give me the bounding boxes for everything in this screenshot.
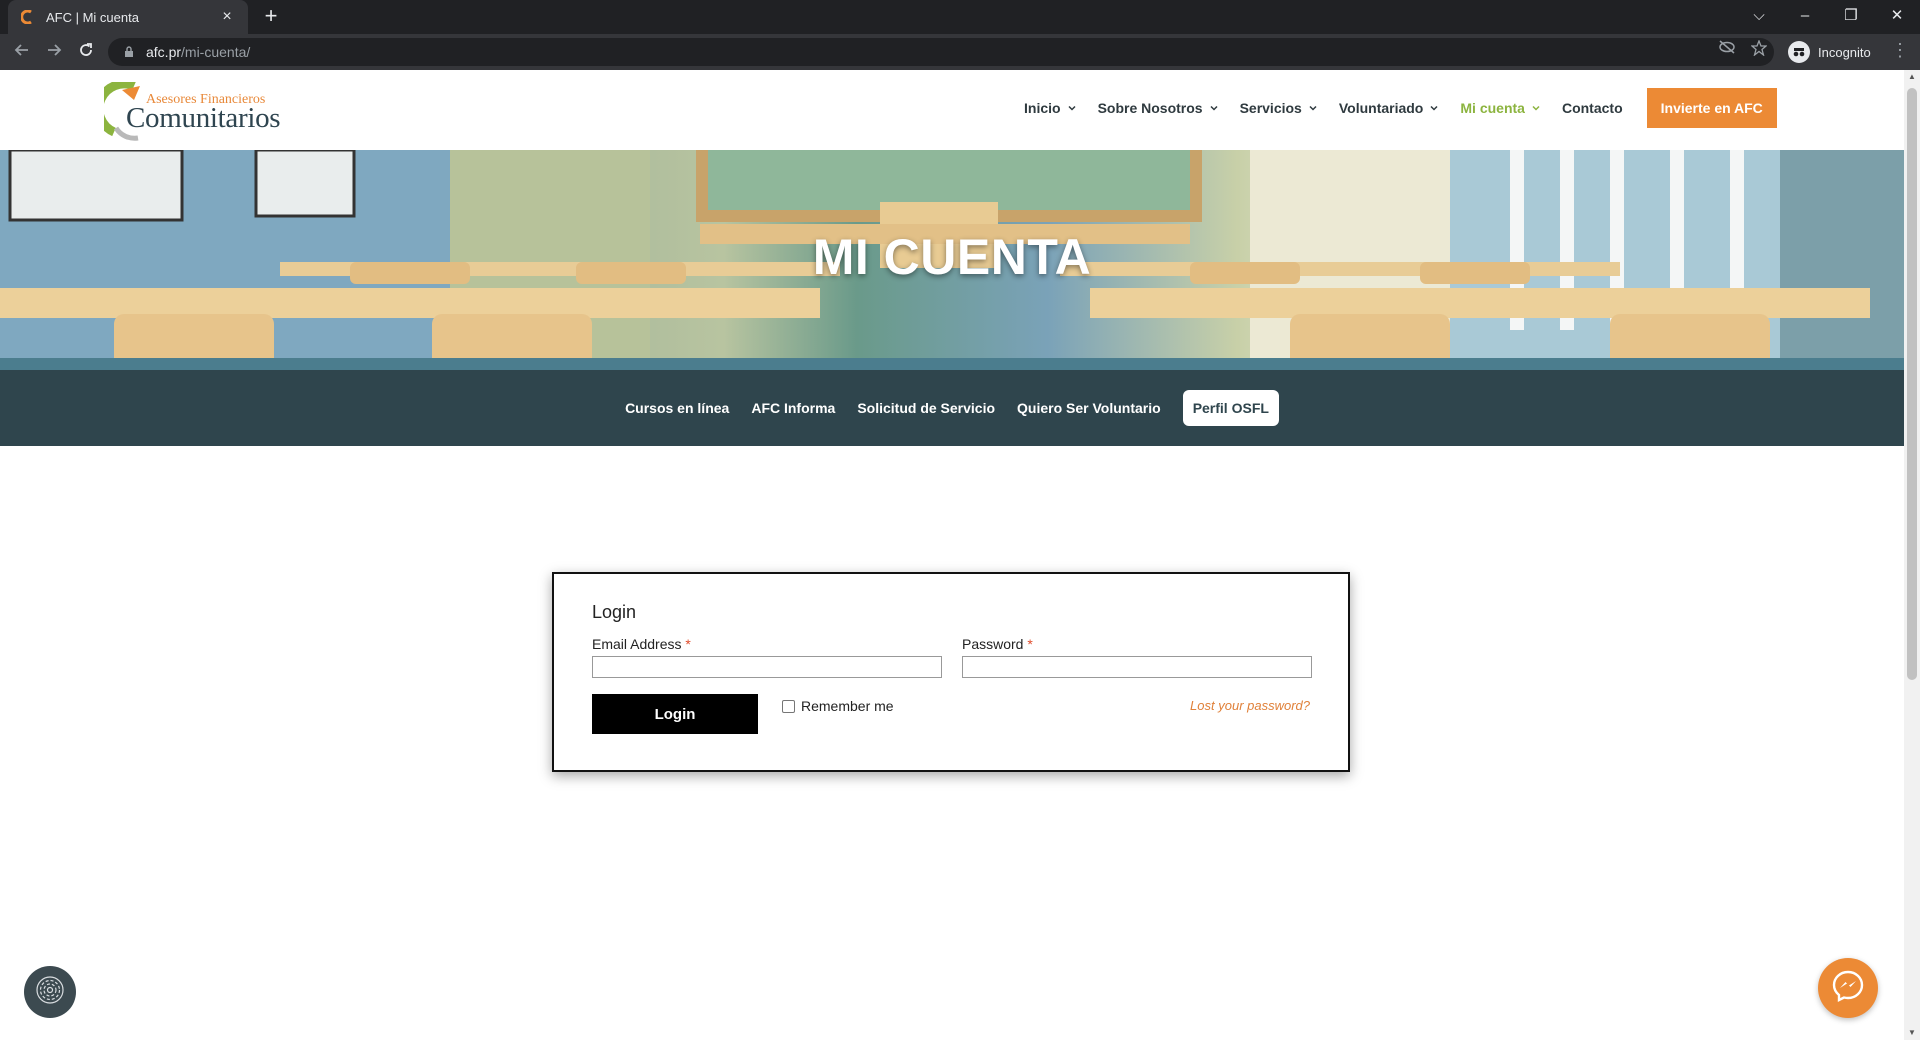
page-title: MI CUENTA (812, 229, 1092, 285)
close-window-button[interactable]: ✕ (1874, 6, 1920, 24)
incognito-label: Incognito (1818, 44, 1871, 60)
address-bar[interactable]: afc.pr/mi-cuenta/ (108, 38, 1774, 66)
login-title: Login (592, 602, 637, 622)
account-subnav: Cursos en línea AFC Informa Solicitud de… (0, 370, 1904, 446)
forward-icon[interactable] (42, 40, 66, 64)
restore-button[interactable]: ❐ (1828, 6, 1874, 24)
nav-label: Voluntariado (1338, 100, 1424, 116)
login-form: Login Email Address * Password * Login R… (552, 572, 1350, 772)
reload-icon[interactable] (74, 40, 98, 64)
subnav-cursos[interactable]: Cursos en línea (625, 392, 729, 424)
email-label: Email Address * (592, 636, 691, 652)
subnav-voluntario[interactable]: Quiero Ser Voluntario (1017, 392, 1161, 424)
remember-me[interactable]: Remember me (782, 698, 894, 714)
remember-checkbox[interactable] (782, 699, 795, 713)
nav-item-servicios[interactable]: Servicios (1240, 100, 1317, 116)
nav-label: Sobre Nosotros (1097, 100, 1203, 116)
nav-item-inicio[interactable]: Inicio (1024, 100, 1076, 116)
url-host: afc.pr (146, 44, 182, 60)
tab-title: AFC | Mi cuenta (46, 9, 139, 25)
nav-item-sobre-nosotros[interactable]: Sobre Nosotros (1098, 100, 1218, 116)
remember-label: Remember me (801, 698, 894, 714)
lost-password-link[interactable]: Lost your password? (1190, 698, 1310, 713)
email-label-text: Email Address (592, 636, 682, 652)
chevron-down-icon (1068, 104, 1076, 112)
messenger-icon (1830, 968, 1866, 1009)
incognito-indicator[interactable]: Incognito (1788, 40, 1871, 64)
chevron-down-icon (1532, 104, 1540, 112)
page-scrollbar[interactable]: ▲ ▼ (1904, 70, 1920, 1040)
password-field[interactable] (962, 656, 1312, 678)
password-label: Password * (962, 636, 1033, 652)
fingerprint-icon (35, 975, 65, 1010)
accessibility-button[interactable] (24, 966, 76, 1018)
chevron-down-icon (1210, 104, 1218, 112)
site-header: Asesores Financieros Comunitarios Inicio… (0, 70, 1904, 150)
nav-item-voluntariado[interactable]: Voluntariado (1339, 100, 1439, 116)
hero-banner: MI CUENTA (0, 150, 1904, 370)
scroll-thumb[interactable] (1907, 88, 1917, 680)
browser-tab-bar: AFC | Mi cuenta × + ⌵ – ❐ ✕ (0, 0, 1920, 34)
minimize-button[interactable]: – (1782, 7, 1828, 24)
main-nav: Inicio Sobre Nosotros Servicios Voluntar… (1024, 88, 1777, 128)
password-label-text: Password (962, 636, 1024, 652)
nav-label: Contacto (1561, 100, 1623, 116)
site-favicon-icon (20, 9, 36, 25)
required-marker: * (685, 636, 691, 652)
nav-label: Servicios (1239, 100, 1302, 116)
nav-item-contacto[interactable]: Contacto (1562, 100, 1623, 116)
subnav-perfil-osfl[interactable]: Perfil OSFL (1182, 390, 1279, 426)
email-field[interactable] (592, 656, 942, 678)
subnav-afc-informa[interactable]: AFC Informa (751, 392, 835, 424)
nav-label: Inicio (1024, 100, 1061, 116)
logo-name: Comunitarios (126, 102, 281, 134)
lock-icon[interactable] (122, 45, 136, 59)
nav-label: Mi cuenta (1460, 100, 1525, 116)
chevron-down-icon (1309, 104, 1317, 112)
browser-tab[interactable]: AFC | Mi cuenta × (8, 0, 248, 34)
url-path: /mi-cuenta/ (181, 44, 251, 60)
chevron-down-icon (1430, 104, 1438, 112)
bookmark-star-icon[interactable] (1750, 39, 1768, 58)
tab-search-icon[interactable]: ⌵ (1736, 7, 1782, 24)
tab-close-icon[interactable]: × (218, 8, 236, 26)
incognito-icon (1788, 41, 1810, 63)
eye-off-icon[interactable] (1718, 40, 1736, 58)
scroll-up-icon[interactable]: ▲ (1907, 72, 1917, 82)
browser-toolbar: afc.pr/mi-cuenta/ Incognito ⋮ (0, 34, 1920, 70)
scroll-down-icon[interactable]: ▼ (1907, 1028, 1917, 1038)
nav-item-mi-cuenta[interactable]: Mi cuenta (1460, 100, 1540, 116)
subnav-solicitud[interactable]: Solicitud de Servicio (857, 392, 995, 424)
browser-menu-icon[interactable]: ⋮ (1890, 40, 1910, 61)
required-marker: * (1027, 636, 1033, 652)
back-icon[interactable] (10, 40, 34, 64)
new-tab-button[interactable]: + (258, 4, 284, 30)
messenger-chat-button[interactable] (1818, 958, 1878, 1018)
site-logo[interactable]: Asesores Financieros Comunitarios (104, 82, 284, 142)
login-button[interactable]: Login (592, 694, 758, 734)
window-controls: ⌵ – ❐ ✕ (1736, 0, 1920, 30)
invierte-cta-button[interactable]: Invierte en AFC (1646, 88, 1777, 128)
page-viewport: Asesores Financieros Comunitarios Inicio… (0, 70, 1904, 1040)
